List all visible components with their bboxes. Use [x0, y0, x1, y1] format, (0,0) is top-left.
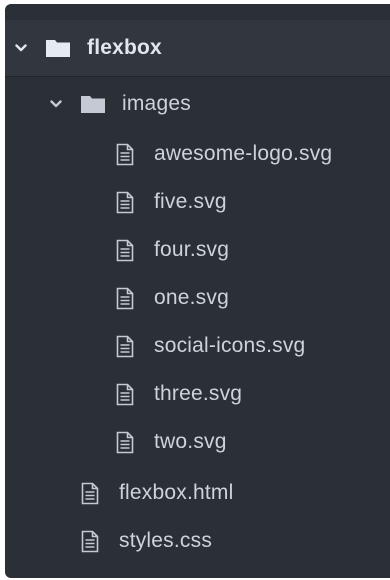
file-label: two.svg	[154, 430, 227, 453]
file-label: four.svg	[154, 238, 230, 261]
tree-file-social-icons-svg[interactable]: social-icons.svg	[5, 322, 390, 370]
tree-root-folder-flexbox[interactable]: flexbox	[5, 20, 390, 77]
file-label: social-icons.svg	[154, 334, 306, 357]
tree-folder-label: images	[122, 92, 191, 115]
file-icon	[116, 191, 134, 213]
tree-folder-images[interactable]: images	[5, 80, 390, 128]
tree-file-one-svg[interactable]: one.svg	[5, 274, 390, 322]
file-icon	[116, 383, 134, 405]
file-label: five.svg	[154, 190, 227, 213]
file-label: one.svg	[154, 286, 229, 309]
folder-icon	[81, 96, 105, 113]
file-label: three.svg	[154, 382, 243, 405]
chevron-down-icon[interactable]	[15, 42, 27, 54]
tree-file-four-svg[interactable]: four.svg	[5, 226, 390, 274]
tree-root-label: flexbox	[87, 36, 162, 59]
file-icon	[116, 143, 134, 165]
file-tree-panel: flexbox images awesome-logo.svg five.svg	[5, 4, 390, 578]
tree-file-awesome-logo-svg[interactable]: awesome-logo.svg	[5, 130, 390, 178]
file-icon	[116, 239, 134, 261]
chevron-down-icon[interactable]	[50, 98, 62, 110]
tree-file-three-svg[interactable]: three.svg	[5, 370, 390, 418]
file-icon	[81, 530, 99, 552]
tree-file-two-svg[interactable]: two.svg	[5, 418, 390, 466]
tree-file-styles-css[interactable]: styles.css	[5, 517, 390, 565]
tree-file-flexbox-html[interactable]: flexbox.html	[5, 469, 390, 517]
file-label: flexbox.html	[119, 481, 234, 504]
file-label: styles.css	[119, 529, 213, 552]
file-label: awesome-logo.svg	[154, 142, 333, 165]
file-icon	[81, 482, 99, 504]
folder-icon	[46, 40, 70, 57]
file-icon	[116, 431, 134, 453]
file-icon	[116, 287, 134, 309]
file-icon	[116, 335, 134, 357]
tree-file-five-svg[interactable]: five.svg	[5, 178, 390, 226]
